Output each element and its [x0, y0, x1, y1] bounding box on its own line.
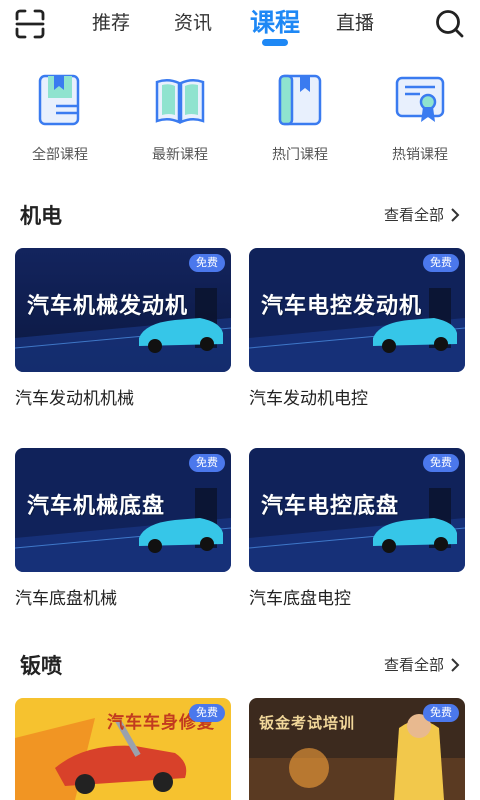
free-badge: 免费 [423, 454, 459, 472]
tab-bar: 推荐 资讯 课程 直播 [92, 6, 416, 46]
search-icon[interactable] [434, 8, 466, 40]
bookmarked-book-icon [278, 74, 322, 126]
course-card[interactable]: 汽车机械底盘 免费 汽车底盘机械 [15, 448, 231, 609]
view-all-label: 查看全部 [383, 206, 444, 224]
course-thumbnail: 汽车车身修复 免费 [15, 698, 231, 800]
chevron-right-icon [451, 207, 460, 222]
banner-text: 汽车电控发动机 [261, 294, 423, 319]
tab-label: 直播 [336, 12, 375, 34]
free-badge: 免费 [189, 454, 225, 472]
section-title: 钣喷 [20, 654, 62, 678]
tab-recommend[interactable]: 推荐 [92, 6, 130, 46]
category-hot-courses[interactable]: 热门课程 [245, 72, 355, 164]
certificate-icon [395, 76, 445, 122]
tab-label: 推荐 [92, 12, 131, 34]
course-card[interactable]: 钣金考试培训 免费 [249, 698, 465, 800]
banner-text: 汽车电控底盘 [261, 494, 400, 519]
banner-text: 钣金考试培训 [259, 714, 356, 732]
course-thumbnail: 汽车机械底盘 免费 [15, 448, 231, 572]
view-all-button[interactable]: 查看全部 [384, 204, 460, 225]
view-all-label: 查看全部 [383, 656, 444, 674]
category-label: 全部课程 [32, 147, 88, 163]
scan-icon[interactable] [14, 8, 46, 40]
category-label: 热门课程 [272, 147, 328, 163]
category-shortcuts: 全部课程 最新课程 热门课程 热销课程 [0, 72, 480, 167]
chevron-right-icon [451, 657, 460, 672]
tab-live[interactable]: 直播 [336, 6, 374, 46]
open-book-icon [155, 79, 205, 124]
course-thumbnail: 钣金考试培训 免费 [249, 698, 465, 800]
course-thumbnail: 汽车电控底盘 免费 [249, 448, 465, 572]
tab-label: 资讯 [174, 12, 213, 34]
course-card[interactable]: 汽车车身修复 免费 [15, 698, 231, 800]
book-list-icon [38, 74, 80, 126]
course-thumbnail: 汽车电控发动机 免费 [249, 248, 465, 372]
free-badge: 免费 [423, 704, 459, 722]
category-new-courses[interactable]: 最新课程 [125, 72, 235, 164]
tab-news[interactable]: 资讯 [174, 6, 212, 46]
section-header-electromechanical: 机电 查看全部 [0, 200, 480, 230]
course-card[interactable]: 汽车机械发动机 免费 汽车发动机机械 [15, 248, 231, 409]
course-thumbnail: 汽车机械发动机 免费 [15, 248, 231, 372]
banner-text: 汽车机械发动机 [27, 294, 189, 319]
top-nav-bar: 推荐 资讯 课程 直播 [0, 0, 480, 58]
category-label: 最新课程 [152, 147, 208, 163]
tab-courses[interactable]: 课程 [250, 6, 300, 46]
section-title: 机电 [20, 204, 62, 228]
tab-label: 课程 [250, 8, 301, 37]
course-card[interactable]: 汽车电控发动机 免费 汽车发动机电控 [249, 248, 465, 409]
free-badge: 免费 [189, 254, 225, 272]
course-title: 汽车发动机机械 [15, 389, 134, 409]
category-all-courses[interactable]: 全部课程 [5, 72, 115, 164]
active-tab-indicator [262, 39, 289, 46]
course-card[interactable]: 汽车电控底盘 免费 汽车底盘电控 [249, 448, 465, 609]
course-title: 汽车底盘机械 [15, 589, 117, 609]
section-header-bodywork-paint: 钣喷 查看全部 [0, 650, 480, 680]
category-label: 热销课程 [392, 147, 448, 163]
banner-text: 汽车机械底盘 [27, 494, 166, 519]
course-title: 汽车底盘电控 [249, 589, 351, 609]
free-badge: 免费 [189, 704, 225, 722]
category-bestselling-courses[interactable]: 热销课程 [365, 72, 475, 164]
course-title: 汽车发动机电控 [249, 389, 368, 409]
view-all-button[interactable]: 查看全部 [384, 654, 460, 675]
free-badge: 免费 [423, 254, 459, 272]
